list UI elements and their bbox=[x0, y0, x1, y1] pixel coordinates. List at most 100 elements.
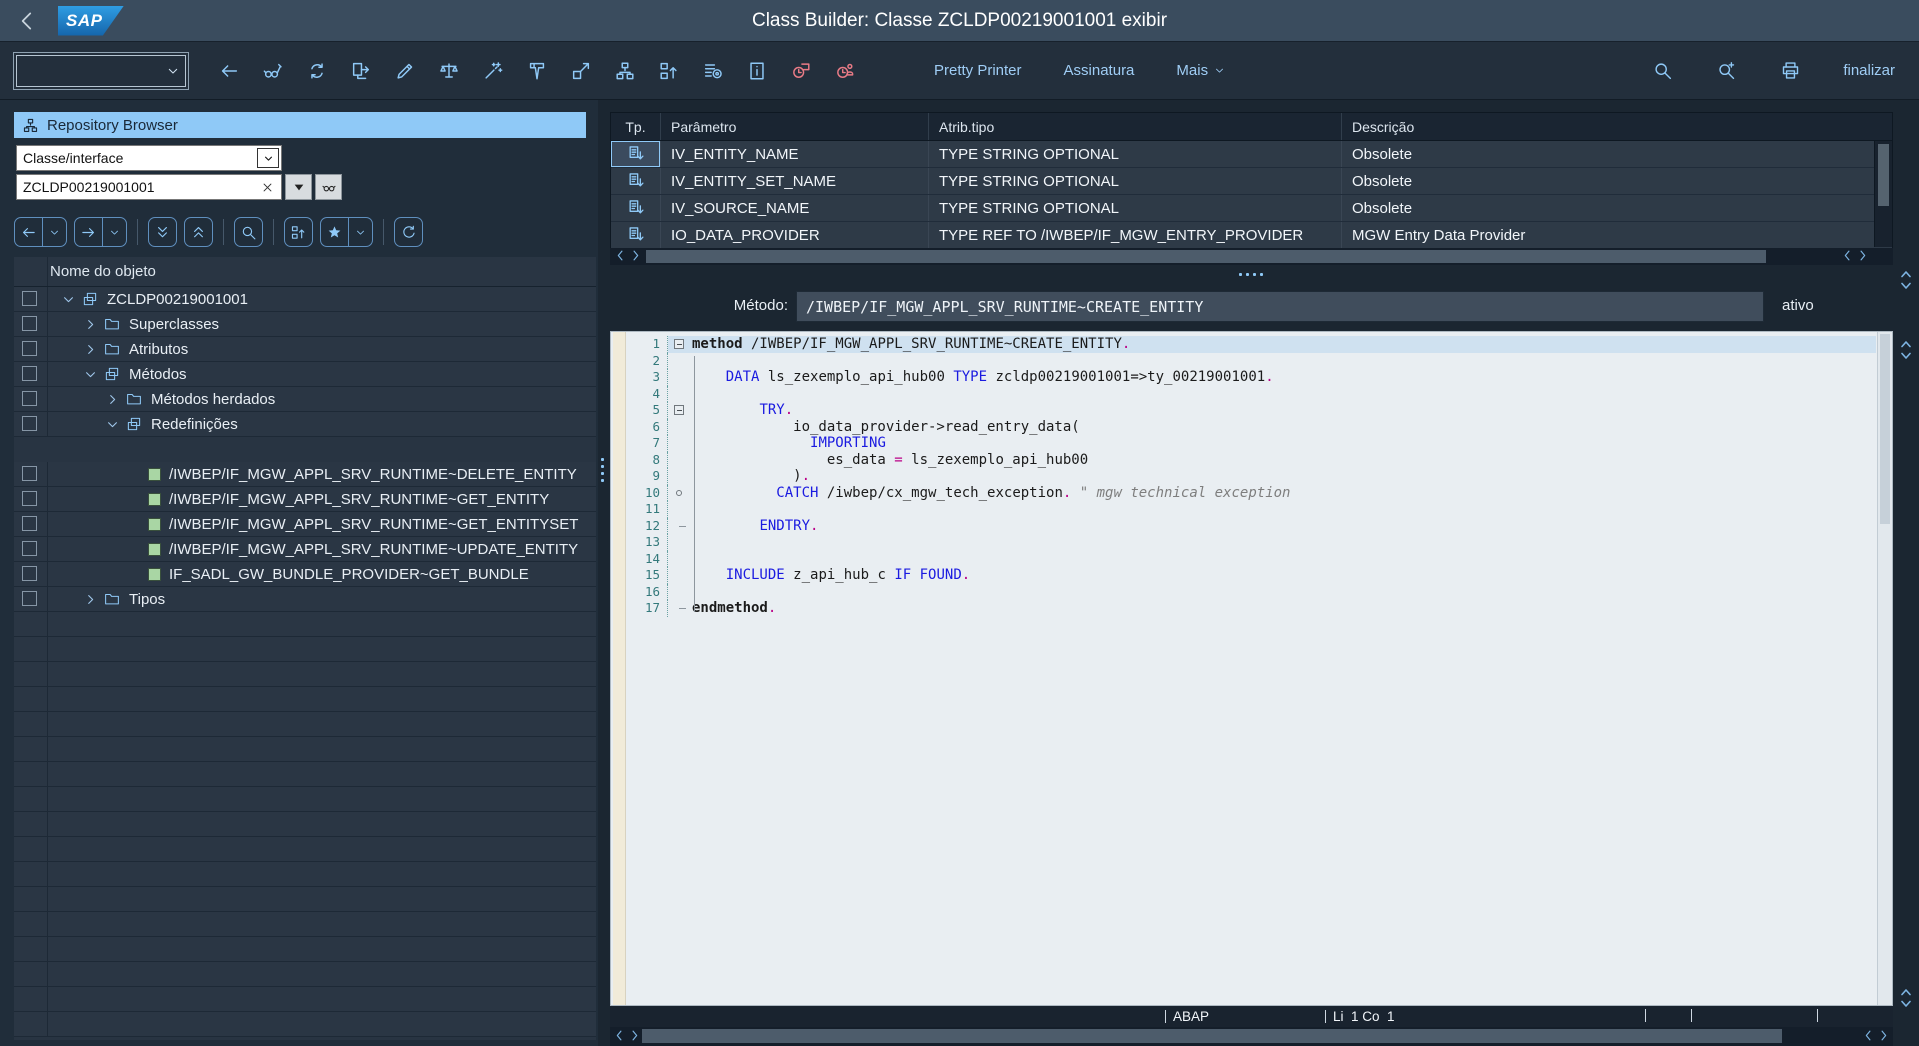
chevron-right-icon[interactable] bbox=[82, 341, 99, 358]
chevron-down-icon[interactable] bbox=[42, 218, 66, 246]
back-button[interactable] bbox=[212, 54, 246, 88]
abap-code-editor[interactable]: 1method /IWBEP/IF_MGW_APPL_SRV_RUNTIME~C… bbox=[610, 331, 1893, 1006]
code-line[interactable]: 15 INCLUDE z_api_hub_c IF FOUND. bbox=[626, 567, 1876, 584]
parameter-typing-cell[interactable]: TYPE STRING OPTIONAL bbox=[929, 195, 1342, 221]
chevron-down-icon[interactable] bbox=[82, 366, 99, 383]
scrollbar-thumb[interactable] bbox=[642, 1029, 1782, 1043]
parameter-name-cell[interactable]: IV_ENTITY_NAME bbox=[661, 141, 929, 167]
table-horizontal-scrollbar[interactable] bbox=[610, 248, 1893, 265]
code-line[interactable]: 4 bbox=[626, 386, 1876, 403]
scroll-left-right-icons[interactable] bbox=[615, 1029, 639, 1042]
code-line[interactable]: 8 es_data = ls_zexemplo_api_hub00 bbox=[626, 452, 1876, 469]
fold-marker-icon[interactable] bbox=[676, 490, 682, 496]
panel-splitter[interactable] bbox=[598, 100, 608, 1046]
object-type-select[interactable]: Classe/interface bbox=[16, 145, 282, 171]
scroll-up-down-icons[interactable] bbox=[1900, 270, 1912, 290]
display-glasses-button[interactable] bbox=[315, 174, 342, 200]
method-name-field[interactable]: /IWBEP/IF_MGW_APPL_SRV_RUNTIME~CREATE_EN… bbox=[796, 291, 1764, 322]
parameter-row[interactable]: IO_DATA_PROVIDERTYPE REF TO /IWBEP/IF_MG… bbox=[611, 222, 1892, 249]
redefine-up-button[interactable] bbox=[652, 54, 686, 88]
tree-item[interactable]: Atributos bbox=[14, 337, 596, 362]
nav-back-button[interactable] bbox=[14, 217, 67, 247]
scroll-left-right-icons[interactable] bbox=[1864, 1029, 1888, 1042]
display-change-button[interactable] bbox=[256, 54, 290, 88]
tree-checkbox[interactable] bbox=[22, 366, 37, 381]
code-text[interactable] bbox=[692, 501, 1876, 518]
navigate-back-icon[interactable] bbox=[14, 8, 40, 34]
tree-checkbox[interactable] bbox=[22, 591, 37, 606]
object-list-button[interactable] bbox=[696, 54, 730, 88]
tree-checkbox[interactable] bbox=[22, 516, 37, 531]
code-text[interactable]: io_data_provider->read_entry_data( bbox=[692, 419, 1876, 436]
command-field[interactable] bbox=[16, 55, 186, 87]
parameter-name-cell[interactable]: IV_ENTITY_SET_NAME bbox=[661, 168, 929, 194]
tree-item[interactable]: Métodos bbox=[14, 362, 596, 387]
scrollbar-thumb[interactable] bbox=[1878, 144, 1889, 206]
redefine-up-icon[interactable] bbox=[285, 218, 312, 246]
tree-item[interactable]: IF_SADL_GW_BUNDLE_PROVIDER~GET_BUNDLE bbox=[14, 562, 596, 587]
chevron-down-icon[interactable] bbox=[102, 218, 126, 246]
code-line[interactable]: 17endmethod. bbox=[626, 600, 1876, 617]
parameter-description-cell[interactable]: Obsolete bbox=[1342, 141, 1892, 167]
column-header[interactable]: Parâmetro bbox=[661, 113, 929, 140]
code-line[interactable]: 2 bbox=[626, 353, 1876, 370]
collapse-all-button[interactable] bbox=[184, 217, 213, 247]
chevron-right-icon[interactable] bbox=[82, 316, 99, 333]
favorites-button[interactable] bbox=[320, 217, 373, 247]
parameter-row[interactable]: IV_ENTITY_SET_NAMETYPE STRING OPTIONALOb… bbox=[611, 168, 1892, 195]
code-text[interactable] bbox=[692, 534, 1876, 551]
search-button[interactable] bbox=[1645, 54, 1679, 88]
class-hierarchy-button[interactable] bbox=[608, 54, 642, 88]
find-object-button[interactable] bbox=[234, 217, 263, 247]
code-line[interactable]: 10 CATCH /iwbep/cx_mgw_tech_exception. "… bbox=[626, 485, 1876, 502]
horizontal-splitter[interactable] bbox=[608, 265, 1893, 283]
table-vertical-scrollbar[interactable] bbox=[1874, 141, 1892, 247]
nav-forward-button[interactable] bbox=[74, 217, 127, 247]
parameter-typing-cell[interactable]: TYPE STRING OPTIONAL bbox=[929, 141, 1342, 167]
tree-checkbox[interactable] bbox=[22, 416, 37, 431]
star-icon[interactable] bbox=[321, 218, 348, 246]
chevron-down-icon[interactable] bbox=[60, 291, 77, 308]
runtime-analysis-button[interactable] bbox=[784, 54, 818, 88]
parameter-type-cell[interactable] bbox=[611, 222, 661, 248]
editor-horizontal-scrollbar[interactable] bbox=[610, 1027, 1893, 1046]
code-line[interactable]: 5 TRY. bbox=[626, 402, 1876, 419]
tree-checkbox[interactable] bbox=[22, 291, 37, 306]
code-text[interactable]: INCLUDE z_api_hub_c IF FOUND. bbox=[692, 567, 1876, 584]
code-text[interactable]: CATCH /iwbep/cx_mgw_tech_exception. " mg… bbox=[692, 485, 1876, 502]
code-line[interactable]: 11 bbox=[626, 501, 1876, 518]
tree-checkbox[interactable] bbox=[22, 566, 37, 581]
print-button[interactable] bbox=[1773, 54, 1807, 88]
column-header[interactable]: Atrib.tipo bbox=[929, 113, 1342, 140]
parameter-row[interactable]: IV_ENTITY_NAMETYPE STRING OPTIONALObsole… bbox=[611, 141, 1892, 168]
tree-item[interactable]: /IWBEP/IF_MGW_APPL_SRV_RUNTIME~GET_ENTIT… bbox=[14, 512, 596, 537]
code-text[interactable] bbox=[692, 386, 1876, 403]
code-line[interactable]: 6 io_data_provider->read_entry_data( bbox=[626, 419, 1876, 436]
column-header[interactable]: Tp. bbox=[611, 113, 661, 140]
parameter-description-cell[interactable]: Obsolete bbox=[1342, 195, 1892, 221]
chevron-down-icon[interactable] bbox=[348, 218, 372, 246]
parameter-typing-cell[interactable]: TYPE STRING OPTIONAL bbox=[929, 168, 1342, 194]
copy-object-button[interactable] bbox=[344, 54, 378, 88]
code-text[interactable] bbox=[692, 353, 1876, 370]
mais-button[interactable]: Mais bbox=[1170, 61, 1232, 80]
refresh-icon[interactable] bbox=[395, 218, 422, 246]
tree-item[interactable]: /IWBEP/IF_MGW_APPL_SRV_RUNTIME~GET_ENTIT… bbox=[14, 487, 596, 512]
scroll-left-right-icons[interactable] bbox=[1843, 249, 1867, 262]
code-text[interactable]: endmethod. bbox=[692, 600, 1876, 617]
collapse-all-icon[interactable] bbox=[185, 218, 212, 246]
code-line[interactable]: 16 bbox=[626, 584, 1876, 601]
pretty-printer-button[interactable]: Pretty Printer bbox=[928, 61, 1028, 80]
parameter-row[interactable]: IV_SOURCE_NAMETYPE STRING OPTIONALObsole… bbox=[611, 195, 1892, 222]
tree-checkbox[interactable] bbox=[22, 391, 37, 406]
parameter-type-cell[interactable] bbox=[611, 141, 661, 167]
goto-expand-button[interactable] bbox=[564, 54, 598, 88]
code-line[interactable]: 12 ENDTRY. bbox=[626, 518, 1876, 535]
code-line[interactable]: 3 DATA ls_zexemplo_api_hub00 TYPE zcldp0… bbox=[626, 369, 1876, 386]
expand-all-button[interactable] bbox=[148, 217, 177, 247]
chevron-down-icon[interactable] bbox=[257, 148, 279, 168]
scroll-up-down-icons[interactable] bbox=[1900, 340, 1912, 360]
editor-vertical-scrollbar[interactable] bbox=[1877, 332, 1892, 1005]
code-line[interactable]: 7 IMPORTING bbox=[626, 435, 1876, 452]
back-icon[interactable] bbox=[15, 218, 42, 246]
